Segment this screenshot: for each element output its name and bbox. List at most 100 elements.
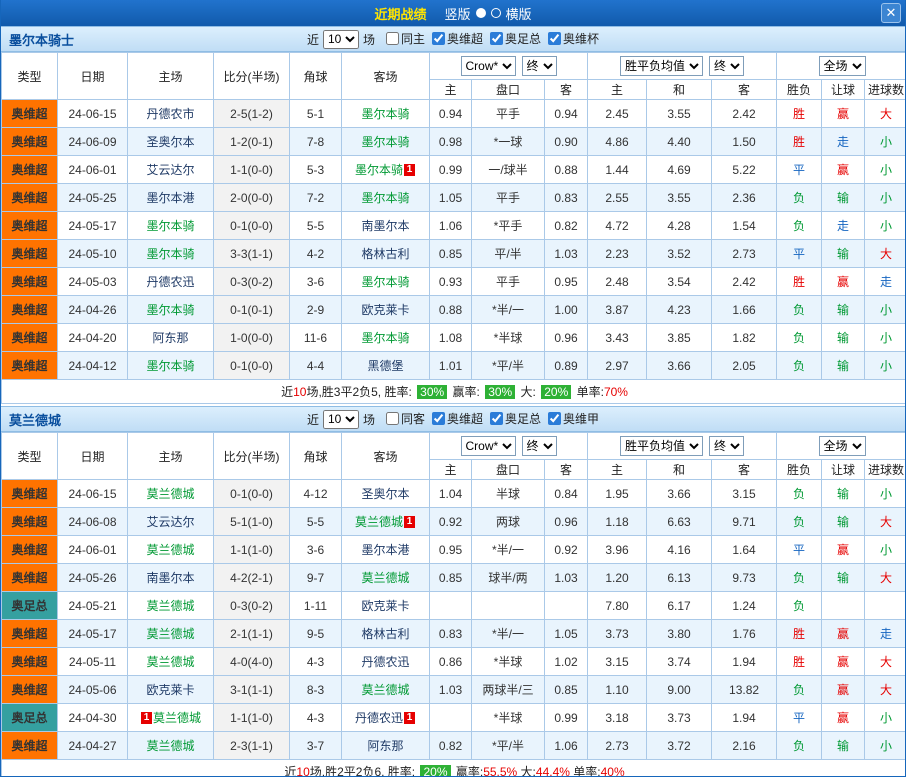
avg-draw: 6.13	[647, 564, 712, 592]
team-section-1: 墨尔本骑士 近 10 场 同主奥维超奥足总奥维杯 类型 日期 主场 比分(半场)…	[1, 26, 905, 404]
horizontal-layout-radio[interactable]	[491, 8, 501, 18]
handicap-line: *半/一	[472, 620, 545, 648]
avg-time-select[interactable]: 终	[709, 436, 744, 456]
handicap-result: 赢	[822, 676, 865, 704]
handicap-line: *半球	[472, 324, 545, 352]
header-handicap-result: 让球	[822, 460, 865, 480]
team-label: 莫兰德城	[146, 627, 194, 641]
filter-checkbox[interactable]: 同主	[386, 30, 425, 47]
footer-text: 近	[281, 385, 293, 399]
avg-lose: 2.36	[712, 184, 777, 212]
home-odds: 0.82	[430, 732, 472, 760]
games-count-select[interactable]: 10	[323, 30, 359, 49]
odds-time-select[interactable]: 终	[522, 56, 557, 76]
vertical-layout-label[interactable]: 竖版	[444, 4, 470, 23]
team-label: 墨尔本骑	[361, 191, 409, 205]
checkbox-input[interactable]	[386, 32, 399, 45]
handicap-line: 半球	[472, 480, 545, 508]
recent-results-panel: 近期战绩 竖版 横版 ✕ 墨尔本骑士 近 10 场 同主奥维超奥足总奥维杯	[0, 0, 906, 777]
result-wdl: 负	[777, 508, 822, 536]
match-row: 奥维超24-06-15莫兰德城0-1(0-0)4-12圣奥尔本1.04半球0.8…	[2, 480, 906, 508]
handicap-result: 赢	[822, 620, 865, 648]
away-odds: 0.85	[545, 676, 588, 704]
filter-checkbox[interactable]: 奥维超	[432, 30, 483, 47]
near-label: 近	[307, 411, 319, 428]
odds-select-group: Crow* 终	[430, 433, 588, 460]
stat-badge: 20%	[541, 385, 571, 399]
stat-badge: 30%	[417, 385, 447, 399]
goals-result: 小	[865, 732, 906, 760]
match-row: 奥维超24-06-01艾云达尔1-1(0-0)5-3墨尔本骑10.99一/球半0…	[2, 156, 906, 184]
corner-score: 11-6	[290, 324, 342, 352]
checkbox-input[interactable]	[548, 412, 561, 425]
stats-summary: 近10场,胜3平2负5, 胜率: 30% 赢率: 30% 大: 20% 单率:7…	[2, 380, 906, 404]
checkbox-input[interactable]	[490, 412, 503, 425]
result-wdl: 负	[777, 480, 822, 508]
checkbox-input[interactable]	[386, 412, 399, 425]
avg-draw: 6.63	[647, 508, 712, 536]
handicap-line: *半/一	[472, 536, 545, 564]
avg-lose: 1.64	[712, 536, 777, 564]
filter-checkbox[interactable]: 奥足总	[490, 30, 541, 47]
checkbox-input[interactable]	[490, 32, 503, 45]
filter-checkbox[interactable]: 同客	[386, 410, 425, 427]
match-date: 24-06-09	[58, 128, 128, 156]
league-type: 奥足总	[2, 592, 58, 620]
checkbox-input[interactable]	[548, 32, 561, 45]
checkbox-input[interactable]	[432, 32, 445, 45]
footer-text: 大:	[517, 385, 539, 399]
match-date: 24-05-25	[58, 184, 128, 212]
filter-checkbox[interactable]: 奥足总	[490, 410, 541, 427]
away-odds: 1.05	[545, 620, 588, 648]
section-header-bar: 莫兰德城 近 10 场 同客奥维超奥足总奥维甲	[1, 406, 905, 432]
away-team: 墨尔本骑	[342, 268, 430, 296]
checkbox-input[interactable]	[432, 412, 445, 425]
scope-select[interactable]: 全场	[819, 56, 866, 76]
away-odds: 0.84	[545, 480, 588, 508]
score-halftime: 1-1(1-0)	[214, 704, 290, 732]
handicap-line: 平手	[472, 268, 545, 296]
league-type: 奥维超	[2, 240, 58, 268]
filter-checkbox[interactable]: 奥维超	[432, 410, 483, 427]
match-date: 24-06-01	[58, 536, 128, 564]
games-count-select[interactable]: 10	[323, 410, 359, 429]
odds-company-select[interactable]: Crow*	[461, 56, 516, 76]
odds-company-select[interactable]: Crow*	[461, 436, 516, 456]
home-team: 墨尔本港	[128, 184, 214, 212]
match-date: 24-06-08	[58, 508, 128, 536]
team-label: 莫兰德城	[146, 487, 194, 501]
home-odds: 0.95	[430, 536, 472, 564]
team-label: 墨尔本骑	[146, 359, 194, 373]
league-type: 奥维超	[2, 268, 58, 296]
team-label: 黑德堡	[367, 359, 403, 373]
avg-lose: 9.73	[712, 564, 777, 592]
checkbox-label: 奥足总	[505, 410, 541, 427]
footer-text: 55.5%	[483, 765, 517, 777]
filter-checkbox[interactable]: 奥维杯	[548, 30, 599, 47]
vertical-layout-radio[interactable]	[476, 8, 486, 18]
avg-type-select[interactable]: 胜平负均值	[620, 56, 703, 76]
score-halftime: 2-3(1-1)	[214, 732, 290, 760]
match-date: 24-06-15	[58, 100, 128, 128]
header-odds-away: 客	[545, 460, 588, 480]
footer-text: 40%	[601, 765, 625, 777]
corner-score: 3-6	[290, 268, 342, 296]
away-team: 莫兰德城1	[342, 508, 430, 536]
team-label: 欧克莱卡	[361, 599, 409, 613]
score-halftime: 1-0(0-0)	[214, 324, 290, 352]
odds-time-select[interactable]: 终	[522, 436, 557, 456]
section-header-bar: 墨尔本骑士 近 10 场 同主奥维超奥足总奥维杯	[1, 26, 905, 52]
score-halftime: 3-3(1-1)	[214, 240, 290, 268]
horizontal-layout-label[interactable]: 横版	[506, 4, 532, 23]
scope-select[interactable]: 全场	[819, 436, 866, 456]
header-goals: 进球数	[865, 80, 906, 100]
avg-time-select[interactable]: 终	[709, 56, 744, 76]
away-team: 墨尔本骑	[342, 100, 430, 128]
away-team: 格林古利	[342, 620, 430, 648]
avg-type-select[interactable]: 胜平负均值	[620, 436, 703, 456]
team-label: 墨尔本骑	[361, 275, 409, 289]
filter-checkbox[interactable]: 奥维甲	[548, 410, 599, 427]
red-card-badge: 1	[404, 516, 415, 528]
close-button[interactable]: ✕	[881, 3, 901, 23]
checkbox-label: 奥维超	[447, 410, 483, 427]
